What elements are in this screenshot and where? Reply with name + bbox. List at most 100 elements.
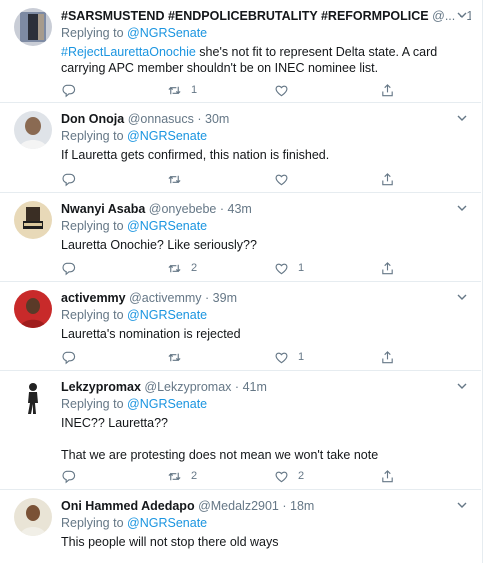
tweet[interactable]: #SARSMUSTEND #ENDPOLICEBRUTALITY #REFORM… — [0, 0, 481, 103]
replying-to-label: Replying to — [61, 26, 124, 40]
avatar[interactable] — [14, 290, 52, 328]
chevron-down-icon[interactable] — [455, 498, 469, 512]
like-button[interactable] — [274, 82, 298, 98]
timestamp[interactable]: 43m — [228, 202, 252, 216]
user-handle[interactable]: @... — [432, 9, 455, 23]
chevron-down-icon[interactable] — [455, 290, 469, 304]
reply-button[interactable] — [61, 171, 85, 187]
display-name[interactable]: Nwanyi Asaba — [61, 202, 145, 216]
replying-to-link[interactable]: @NGRSenate — [127, 219, 207, 233]
separator-dot: · — [197, 112, 202, 126]
tweet-text: Lauretta's nomination is rejected — [61, 326, 471, 342]
retweet-count: 1 — [191, 84, 198, 96]
tweet-actions: 2 2 — [61, 468, 421, 484]
user-handle[interactable]: @onnasucs — [128, 112, 194, 126]
display-name[interactable]: Oni Hammed Adedapo — [61, 499, 195, 513]
user-handle[interactable]: @Medalz2901 — [198, 499, 279, 513]
reply-button[interactable] — [61, 349, 85, 365]
tweet-text-line: This people will not stop there old ways — [61, 535, 279, 549]
retweet-button[interactable] — [167, 349, 191, 365]
chevron-down-icon[interactable] — [455, 379, 469, 393]
separator-dot: · — [219, 202, 225, 216]
retweet-icon — [168, 472, 181, 480]
tweet-text-line: INEC?? Lauretta?? — [61, 416, 169, 430]
separator-dot: · — [234, 380, 240, 394]
replying-to-label: Replying to — [61, 397, 124, 411]
heart-icon — [275, 352, 288, 363]
replying-to-link[interactable]: @NGRSenate — [127, 516, 207, 530]
retweet-button[interactable]: 2 — [167, 468, 197, 484]
share-icon — [382, 261, 393, 274]
tweet[interactable]: Nwanyi Asaba @onyebebe · 43m Replying to… — [0, 193, 481, 282]
like-count: 2 — [298, 470, 305, 482]
tweet[interactable]: Oni Hammed Adedapo @Medalz2901 · 18m Rep… — [0, 490, 481, 563]
timestamp[interactable]: 39m — [213, 291, 237, 305]
like-button[interactable]: 1 — [274, 349, 304, 365]
hashtag-link[interactable]: #RejectLaurettaOnochie — [61, 45, 196, 59]
avatar[interactable] — [14, 8, 52, 46]
replying-to-link[interactable]: @NGRSenate — [127, 129, 207, 143]
reply-button[interactable] — [61, 260, 85, 276]
share-icon — [382, 469, 393, 482]
avatar[interactable] — [14, 111, 52, 149]
tweet-text: This people will not stop there old ways — [61, 534, 471, 550]
user-handle[interactable]: @Lekzypromax — [144, 380, 231, 394]
tweet-text-line — [61, 431, 471, 447]
retweet-button[interactable] — [167, 171, 191, 187]
heart-icon — [275, 471, 288, 482]
timestamp[interactable]: 41m — [243, 380, 267, 394]
replying-to-link[interactable]: @NGRSenate — [127, 308, 207, 322]
reply-button[interactable] — [61, 468, 85, 484]
tweet-text: INEC?? Lauretta?? That we are protesting… — [61, 415, 471, 463]
replying-to-label: Replying to — [61, 308, 124, 322]
share-button[interactable] — [380, 349, 395, 365]
display-name[interactable]: activemmy — [61, 291, 126, 305]
replying-to-link[interactable]: @NGRSenate — [127, 26, 207, 40]
separator-dot: · — [205, 291, 210, 305]
tweet-text-line: If Lauretta gets confirmed, this nation … — [61, 148, 330, 162]
display-name[interactable]: Lekzypromax — [61, 380, 141, 394]
chevron-down-icon[interactable] — [455, 8, 469, 22]
display-name[interactable]: Don Onoja — [61, 112, 124, 126]
chevron-down-icon[interactable] — [455, 111, 469, 125]
avatar-image — [14, 290, 52, 328]
like-button[interactable]: 2 — [274, 468, 304, 484]
share-button[interactable] — [380, 468, 395, 484]
tweet[interactable]: activemmy @activemmy · 39m Replying to @… — [0, 282, 481, 371]
user-handle[interactable]: @activemmy — [129, 291, 201, 305]
retweet-button[interactable]: 1 — [167, 82, 197, 98]
replying-to-label: Replying to — [61, 516, 124, 530]
timestamp[interactable]: 30m — [205, 112, 229, 126]
timestamp[interactable]: 18m — [290, 499, 314, 513]
like-button[interactable]: 1 — [274, 260, 304, 276]
avatar[interactable] — [14, 201, 52, 239]
retweet-count: 2 — [191, 470, 198, 482]
replying-to: Replying to @NGRSenate — [61, 25, 471, 42]
avatar-image — [14, 379, 52, 417]
tweet[interactable]: Don Onoja @onnasucs · 30m Replying to @N… — [0, 103, 481, 193]
like-count: 1 — [298, 262, 305, 274]
heart-icon — [275, 174, 288, 185]
separator-dot: · — [282, 499, 287, 513]
tweet-text-line: Lauretta Onochie? Like seriously?? — [61, 238, 257, 252]
share-button[interactable] — [380, 171, 395, 187]
avatar-image — [14, 201, 52, 239]
reply-button[interactable] — [61, 82, 85, 98]
display-name[interactable]: #SARSMUSTEND #ENDPOLICEBRUTALITY #REFORM… — [61, 9, 429, 23]
share-button[interactable] — [380, 260, 395, 276]
avatar[interactable] — [14, 498, 52, 536]
user-handle[interactable]: @onyebebe — [149, 202, 217, 216]
share-icon — [382, 172, 393, 185]
like-button[interactable] — [274, 171, 298, 187]
retweet-button[interactable]: 2 — [167, 260, 197, 276]
replying-to: Replying to @NGRSenate — [61, 218, 471, 235]
retweet-icon — [168, 264, 181, 272]
tweet[interactable]: Lekzypromax @Lekzypromax · 41m Replying … — [0, 371, 481, 490]
avatar-image — [14, 8, 52, 46]
tweet-text: If Lauretta gets confirmed, this nation … — [61, 147, 471, 163]
share-button[interactable] — [380, 82, 395, 98]
tweet-text-line: Lauretta's nomination is rejected — [61, 327, 241, 341]
chevron-down-icon[interactable] — [455, 201, 469, 215]
avatar[interactable] — [14, 379, 52, 417]
replying-to-link[interactable]: @NGRSenate — [127, 397, 207, 411]
